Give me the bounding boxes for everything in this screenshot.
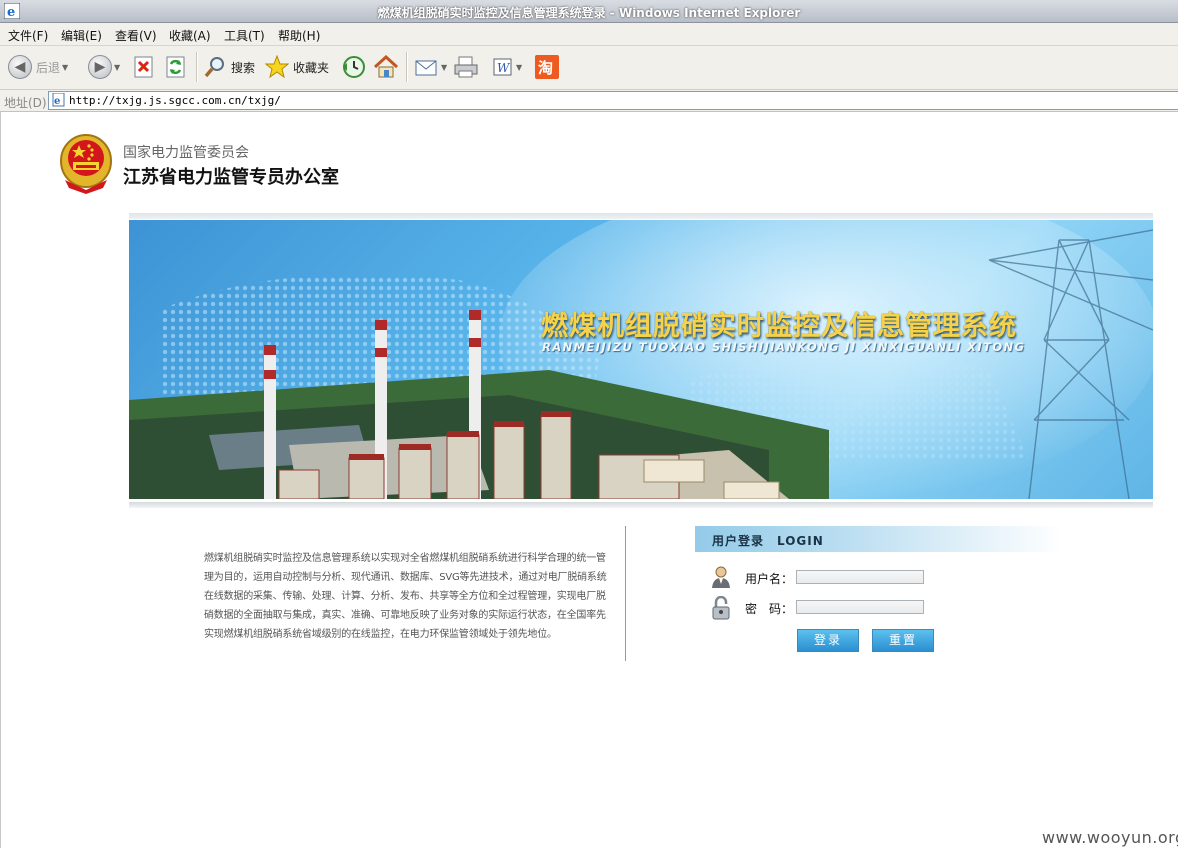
- address-bar: 地址(D) e http://txjg.js.sgcc.com.cn/txjg/: [0, 90, 1178, 112]
- password-label: 密 码：: [745, 602, 794, 616]
- menu-tools[interactable]: 工具(T): [224, 27, 265, 44]
- watermark: www.wooyun.org: [1042, 828, 1178, 847]
- refresh-button[interactable]: [166, 54, 186, 80]
- org-parent-name: 国家电力监管委员会: [123, 145, 249, 161]
- favorites-button[interactable]: 收藏夹: [265, 54, 329, 80]
- login-header: 用户登录 LOGIN: [695, 526, 1063, 552]
- mail-icon: [415, 60, 437, 76]
- stop-icon: [134, 56, 153, 78]
- page-content: 国家电力监管委员会 江苏省电力监管专员办公室 燃煤机组脱硝实时监控及信息管理系统…: [0, 112, 1178, 848]
- password-input[interactable]: [796, 600, 924, 614]
- menu-edit[interactable]: 编辑(E): [61, 27, 102, 44]
- toolbar-separator: [196, 52, 198, 82]
- svg-text:e: e: [54, 96, 60, 107]
- back-button[interactable]: ◀ 后退 ▼: [8, 54, 68, 80]
- edit-button[interactable]: W ▼: [492, 54, 522, 80]
- banner-title: 燃煤机组脱硝实时监控及信息管理系统: [541, 311, 1017, 342]
- home-button[interactable]: [373, 54, 399, 80]
- edit-icon: W: [493, 58, 512, 76]
- back-icon: ◀: [8, 55, 32, 79]
- mail-button[interactable]: ▼: [415, 54, 447, 80]
- toolbar: ◀ 后退 ▼ ▶ ▼ 搜索 收藏夹 ▼ W ▼ 淘: [0, 46, 1178, 90]
- banner-subtitle: RANMEIJIZU TUOXIAO SHISHIJIANKONG JI XIN…: [542, 340, 1026, 354]
- username-input[interactable]: [796, 570, 924, 584]
- address-url: http://txjg.js.sgcc.com.cn/txjg/: [69, 94, 281, 107]
- search-icon: [204, 57, 224, 78]
- toolbar-separator: [406, 52, 408, 82]
- menu-bar: 文件(F) 编辑(E) 查看(V) 收藏(A) 工具(T) 帮助(H): [0, 23, 1178, 46]
- history-button[interactable]: [341, 54, 367, 80]
- home-icon: [373, 55, 399, 78]
- back-dropdown-icon[interactable]: ▼: [62, 63, 68, 72]
- org-name: 江苏省电力监管专员办公室: [123, 167, 339, 188]
- search-button[interactable]: 搜索: [203, 54, 255, 80]
- reset-button[interactable]: 重置: [872, 629, 934, 652]
- window-title: 燃煤机组脱硝实时监控及信息管理系统登录 - Windows Internet E…: [377, 6, 801, 20]
- content-divider: [625, 526, 626, 661]
- refresh-icon: [166, 56, 185, 78]
- menu-file[interactable]: 文件(F): [8, 27, 48, 44]
- menu-favorites[interactable]: 收藏(A): [169, 27, 211, 44]
- user-icon: [712, 566, 730, 588]
- banner-top-rule: [129, 213, 1153, 219]
- address-input[interactable]: e http://txjg.js.sgcc.com.cn/txjg/: [48, 91, 1178, 110]
- mail-dropdown-icon[interactable]: ▼: [441, 63, 447, 72]
- print-button[interactable]: [453, 54, 479, 80]
- svg-text:淘: 淘: [537, 59, 553, 77]
- search-label: 搜索: [231, 60, 256, 75]
- system-description: 燃煤机组脱硝实时监控及信息管理系统以实现对全省燃煤机组脱硝系统进行科学合理的统一…: [204, 553, 607, 640]
- forward-icon: ▶: [88, 55, 112, 79]
- banner-artwork: [129, 220, 1153, 499]
- edit-dropdown-icon[interactable]: ▼: [516, 63, 522, 72]
- taobao-button[interactable]: 淘: [535, 54, 559, 80]
- stop-button[interactable]: [134, 54, 154, 80]
- system-banner: 燃煤机组脱硝实时监控及信息管理系统 RANMEIJIZU TUOXIAO SHI…: [129, 220, 1153, 499]
- menu-view[interactable]: 查看(V): [115, 27, 157, 44]
- forward-dropdown-icon[interactable]: ▼: [114, 63, 120, 72]
- window-titlebar[interactable]: e 燃煤机组脱硝实时监控及信息管理系统登录 - Windows Internet…: [0, 0, 1178, 23]
- login-button[interactable]: 登录: [797, 629, 859, 652]
- svg-text:W: W: [497, 61, 511, 75]
- favorites-label: 收藏夹: [293, 60, 330, 75]
- username-label: 用户名：: [745, 572, 794, 586]
- favorites-star-icon: [265, 55, 289, 79]
- history-icon: [343, 56, 365, 78]
- print-icon: [454, 56, 478, 78]
- login-heading: 用户登录 LOGIN: [712, 534, 824, 548]
- banner-bottom-rule: [129, 502, 1153, 508]
- menu-help[interactable]: 帮助(H): [278, 27, 320, 44]
- page-icon: e: [52, 93, 65, 107]
- back-label: 后退: [36, 60, 61, 75]
- national-emblem-icon: [60, 134, 112, 194]
- taobao-icon: 淘: [535, 55, 559, 79]
- forward-button[interactable]: ▶ ▼: [88, 54, 120, 80]
- lock-icon: [712, 596, 730, 620]
- address-label: 地址(D): [4, 96, 47, 110]
